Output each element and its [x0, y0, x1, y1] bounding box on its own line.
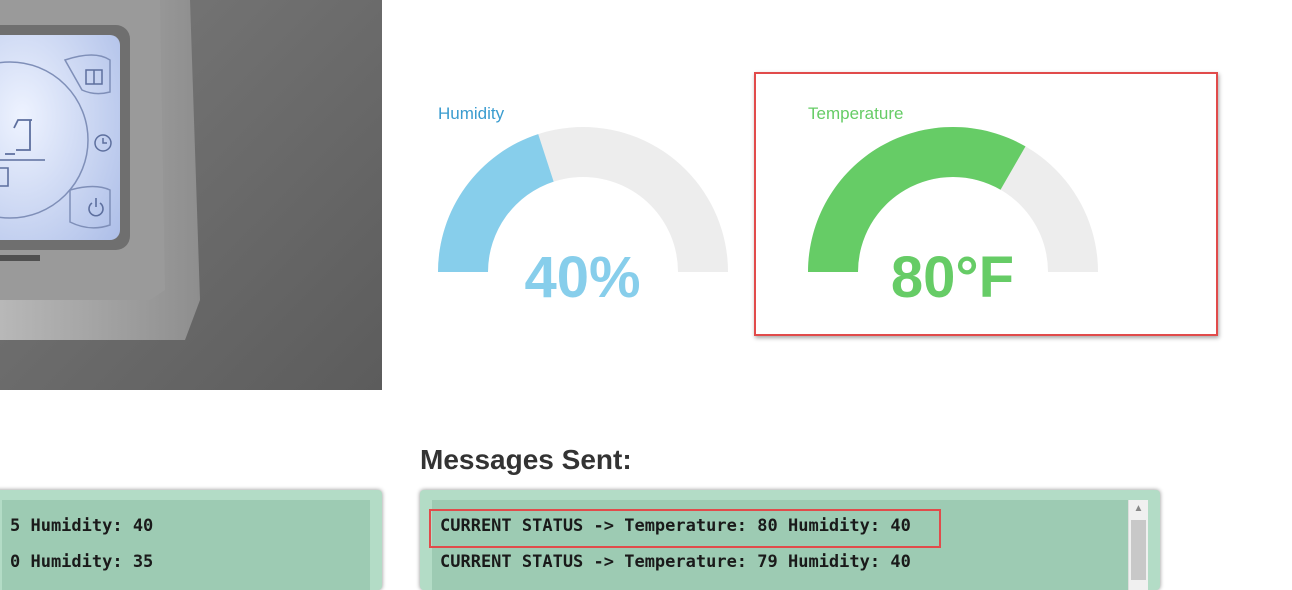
messages-sent-title: Messages Sent:	[420, 444, 632, 475]
current-status-highlight-box	[429, 509, 941, 548]
log-line: CURRENT STATUS -> Temperature: 79 Humidi…	[440, 552, 911, 572]
log-line: 0 Humidity: 35	[10, 552, 154, 572]
humidity-gauge: Humidity 40%	[438, 104, 738, 310]
thermostat-photo	[0, 0, 382, 390]
scroll-thumb[interactable]	[1131, 520, 1146, 580]
scroll-up-arrow-icon[interactable]: ▲	[1129, 500, 1148, 518]
gauge-value: 40%	[524, 245, 641, 310]
messages-received-log[interactable]: 5 Humidity: 40 0 Humidity: 35	[0, 490, 382, 590]
log-line: 5 Humidity: 40	[10, 516, 154, 536]
temperature-highlight-box	[754, 72, 1218, 336]
